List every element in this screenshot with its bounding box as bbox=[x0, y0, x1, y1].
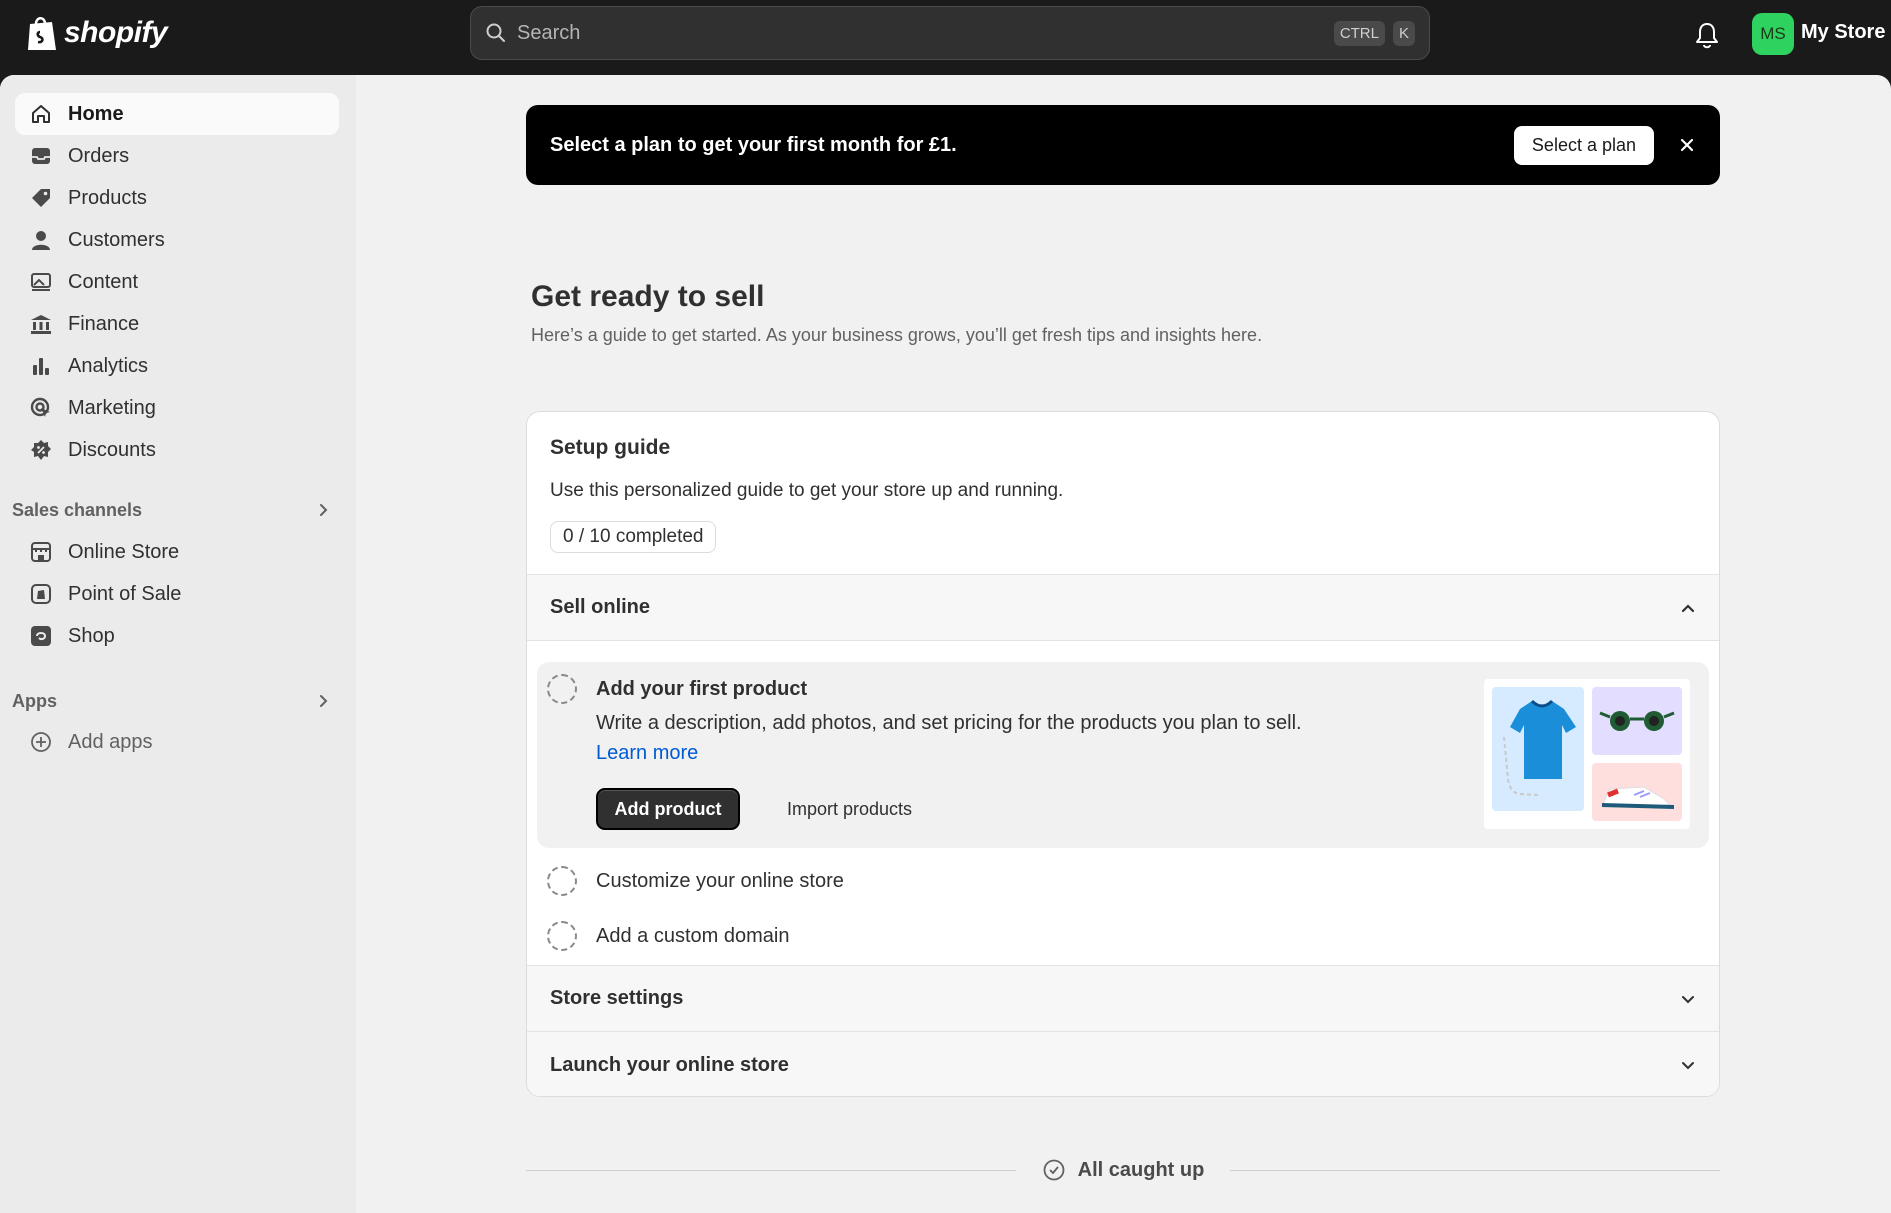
content-icon bbox=[29, 270, 53, 294]
task-title: Add your first product bbox=[596, 678, 808, 700]
search-icon bbox=[486, 23, 505, 42]
sidebar-item-add-apps[interactable]: Add apps bbox=[15, 721, 339, 763]
accordion-launch-online-store[interactable]: Launch your online store bbox=[527, 1031, 1719, 1096]
avatar[interactable]: MS bbox=[1752, 13, 1794, 55]
search-bar[interactable]: Search CTRL K bbox=[470, 6, 1430, 60]
caught-up-text: All caught up bbox=[1077, 1158, 1205, 1181]
discount-icon bbox=[29, 438, 53, 462]
accordion-store-settings[interactable]: Store settings bbox=[527, 965, 1719, 1032]
sidebar-item-label: Analytics bbox=[68, 354, 149, 377]
all-caught-up-divider: All caught up bbox=[526, 1155, 1721, 1185]
task-status-circle[interactable] bbox=[547, 866, 577, 896]
plan-banner: Select a plan to get your first month fo… bbox=[526, 105, 1720, 185]
target-icon bbox=[29, 396, 53, 420]
storefront-icon bbox=[29, 540, 53, 564]
check-circle-icon bbox=[1043, 1159, 1065, 1181]
logo-wordmark: shopify bbox=[64, 16, 168, 49]
accordion-title: Store settings bbox=[550, 987, 684, 1009]
inbox-icon bbox=[29, 144, 53, 168]
divider-line bbox=[1230, 1169, 1721, 1171]
sidebar-item-label: Shop bbox=[68, 624, 115, 647]
task-description-text: Write a description, add photos, and set… bbox=[596, 712, 1302, 734]
caught-up-label: All caught up bbox=[1016, 1158, 1231, 1182]
chevron-up-icon bbox=[1681, 603, 1695, 612]
bank-icon bbox=[29, 312, 53, 336]
setup-guide-description: Use this personalized guide to get your … bbox=[550, 480, 1064, 501]
sales-channels-label: Sales channels bbox=[12, 499, 143, 520]
import-products-button[interactable]: Import products bbox=[787, 799, 912, 820]
page-subtitle: Here’s a guide to get started. As your b… bbox=[531, 325, 1263, 345]
sidebar-item-label: Orders bbox=[68, 144, 130, 167]
home-icon bbox=[29, 102, 53, 126]
sidebar-item-label: Online Store bbox=[68, 540, 180, 563]
learn-more-link[interactable]: Learn more bbox=[596, 742, 698, 764]
main-content: Select a plan to get your first month fo… bbox=[356, 75, 1891, 1213]
sidebar-item-label: Home bbox=[68, 102, 124, 125]
select-plan-button[interactable]: Select a plan bbox=[1513, 125, 1654, 165]
accordion-title: Sell online bbox=[550, 596, 651, 618]
divider-line bbox=[526, 1169, 1016, 1171]
sidebar-item-discounts[interactable]: Discounts bbox=[15, 429, 339, 471]
apps-label: Apps bbox=[12, 690, 57, 711]
store-name[interactable]: My Store bbox=[1801, 21, 1885, 44]
close-icon[interactable] bbox=[1678, 136, 1696, 154]
pos-icon bbox=[29, 582, 53, 606]
top-bar: shopify Search CTRL K MS My Store bbox=[0, 0, 1891, 75]
search-input[interactable]: Search bbox=[517, 22, 1326, 45]
accordion-sell-online[interactable]: Sell online bbox=[527, 574, 1719, 641]
task-add-first-product[interactable]: Add your first product Write a descripti… bbox=[537, 662, 1709, 848]
sidebar-item-customers[interactable]: Customers bbox=[15, 219, 339, 261]
sidebar-item-label: Customers bbox=[68, 228, 165, 251]
chevron-right-icon bbox=[320, 504, 328, 516]
task-add-custom-domain[interactable]: Add a custom domain bbox=[596, 925, 789, 948]
task-status-circle[interactable] bbox=[547, 921, 577, 951]
progress-badge: 0 / 10 completed bbox=[550, 521, 717, 553]
setup-guide-card: Setup guide Use this personalized guide … bbox=[526, 411, 1720, 1097]
banner-text: Select a plan to get your first month fo… bbox=[550, 133, 957, 156]
sidebar-item-label: Content bbox=[68, 270, 139, 293]
sidebar-item-label: Point of Sale bbox=[68, 582, 182, 605]
person-icon bbox=[29, 228, 53, 252]
chevron-right-icon bbox=[320, 695, 328, 707]
accordion-title: Launch your online store bbox=[550, 1053, 789, 1076]
sidebar-item-finance[interactable]: Finance bbox=[15, 303, 339, 345]
bar-chart-icon bbox=[29, 354, 53, 378]
task-status-circle[interactable] bbox=[547, 674, 577, 704]
product-illustration-graphic bbox=[1492, 687, 1682, 821]
sidebar-item-label: Finance bbox=[68, 312, 140, 335]
page-title: Get ready to sell bbox=[531, 280, 765, 313]
plus-circle-icon bbox=[29, 730, 53, 754]
bell-icon[interactable] bbox=[1694, 20, 1720, 50]
sidebar-item-point-of-sale[interactable]: Point of Sale bbox=[15, 573, 339, 615]
app-frame: Home Orders Products Customers Content F… bbox=[0, 75, 1891, 1213]
chevron-down-icon bbox=[1682, 1062, 1694, 1070]
sidebar-item-home[interactable]: Home bbox=[15, 93, 339, 135]
shop-icon bbox=[29, 624, 53, 648]
shortcut-k-key: K bbox=[1392, 20, 1415, 46]
tag-icon bbox=[29, 186, 53, 210]
shopify-logo[interactable]: shopify bbox=[26, 14, 168, 52]
sidebar-item-online-store[interactable]: Online Store bbox=[15, 531, 339, 573]
sidebar-item-products[interactable]: Products bbox=[15, 177, 339, 219]
sidebar-item-marketing[interactable]: Marketing bbox=[15, 387, 339, 429]
shortcut-ctrl-key: CTRL bbox=[1333, 20, 1385, 46]
task-description: Write a description, add photos, and set… bbox=[596, 708, 1316, 768]
sales-channels-header[interactable]: Sales channels bbox=[12, 495, 336, 525]
sidebar-item-label: Marketing bbox=[68, 396, 156, 419]
sidebar-item-analytics[interactable]: Analytics bbox=[15, 345, 339, 387]
sidebar-item-orders[interactable]: Orders bbox=[15, 135, 339, 177]
add-product-button[interactable]: Add product bbox=[596, 788, 740, 830]
chevron-down-icon bbox=[1682, 995, 1694, 1003]
sidebar-item-shop[interactable]: Shop bbox=[15, 615, 339, 657]
products-illustration bbox=[1484, 679, 1690, 829]
sidebar-item-label: Add apps bbox=[68, 730, 153, 753]
shopping-bag-icon bbox=[28, 17, 56, 50]
setup-guide-title: Setup guide bbox=[550, 436, 671, 459]
sidebar-item-label: Products bbox=[68, 186, 147, 209]
task-customize-online-store[interactable]: Customize your online store bbox=[596, 870, 844, 893]
sidebar: Home Orders Products Customers Content F… bbox=[0, 75, 356, 1213]
sidebar-item-label: Discounts bbox=[68, 438, 156, 461]
apps-header[interactable]: Apps bbox=[12, 686, 336, 716]
sidebar-item-content[interactable]: Content bbox=[15, 261, 339, 303]
